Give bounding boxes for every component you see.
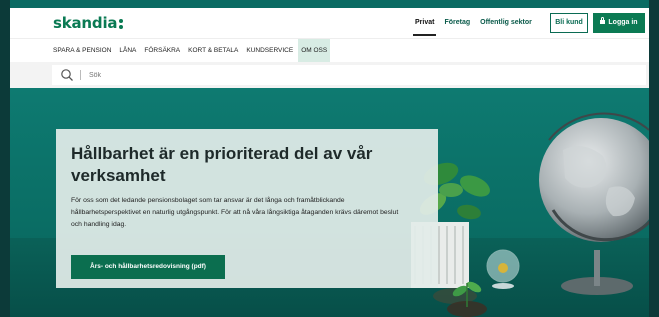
page-frame: skandia Privat Företag Offentlig sektor … (10, 0, 649, 317)
nav-item-om-oss[interactable]: OM OSS (298, 38, 331, 63)
nav-item-forsakra[interactable]: FÖRSÄKRA (141, 39, 183, 63)
segment-tab-privat[interactable]: Privat (410, 8, 439, 38)
top-header: skandia Privat Företag Offentlig sektor … (10, 8, 649, 38)
annual-report-button[interactable]: Års- och hållbarhetsredovisning (pdf) (71, 255, 225, 279)
bli-kund-button[interactable]: Bli kund (550, 13, 588, 33)
logga-in-label: Logga in (608, 19, 638, 26)
search-bar (10, 62, 649, 88)
nav-item-kundservice[interactable]: KUNDSERVICE (243, 39, 296, 63)
small-plant-image (447, 281, 487, 317)
search-box[interactable] (52, 65, 646, 85)
hero-card: Hållbarhet är en prioriterad del av vår … (56, 129, 438, 288)
nav-item-spara-pension[interactable]: SPARA & PENSION (50, 39, 114, 63)
nav-item-kort-betala[interactable]: KORT & BETALA (185, 39, 241, 63)
globe-image (539, 112, 649, 295)
search-input[interactable] (89, 71, 489, 79)
segment-tab-offentlig-sektor[interactable]: Offentlig sektor (475, 8, 537, 38)
segment-tab-foretag[interactable]: Företag (439, 8, 475, 38)
skandia-logo[interactable]: skandia (53, 14, 124, 32)
search-icon[interactable] (60, 68, 74, 82)
lock-icon (600, 17, 606, 24)
segment-tabs: Privat Företag Offentlig sektor (410, 8, 537, 38)
main-nav: SPARA & PENSION LÅNA FÖRSÄKRA KORT & BET… (10, 38, 649, 63)
hero-body: För oss som det ledande pensionsbolaget … (71, 197, 399, 228)
logo-text: skandia (53, 14, 118, 32)
hero-section: Hållbarhet är en prioriterad del av vår … (10, 88, 649, 317)
nav-item-lana[interactable]: LÅNA (116, 39, 139, 63)
search-separator (80, 70, 81, 80)
hero-title: Hållbarhet är en prioriterad del av vår … (71, 144, 373, 185)
logga-in-button[interactable]: Logga in (593, 13, 645, 33)
logo-dots (119, 17, 124, 31)
